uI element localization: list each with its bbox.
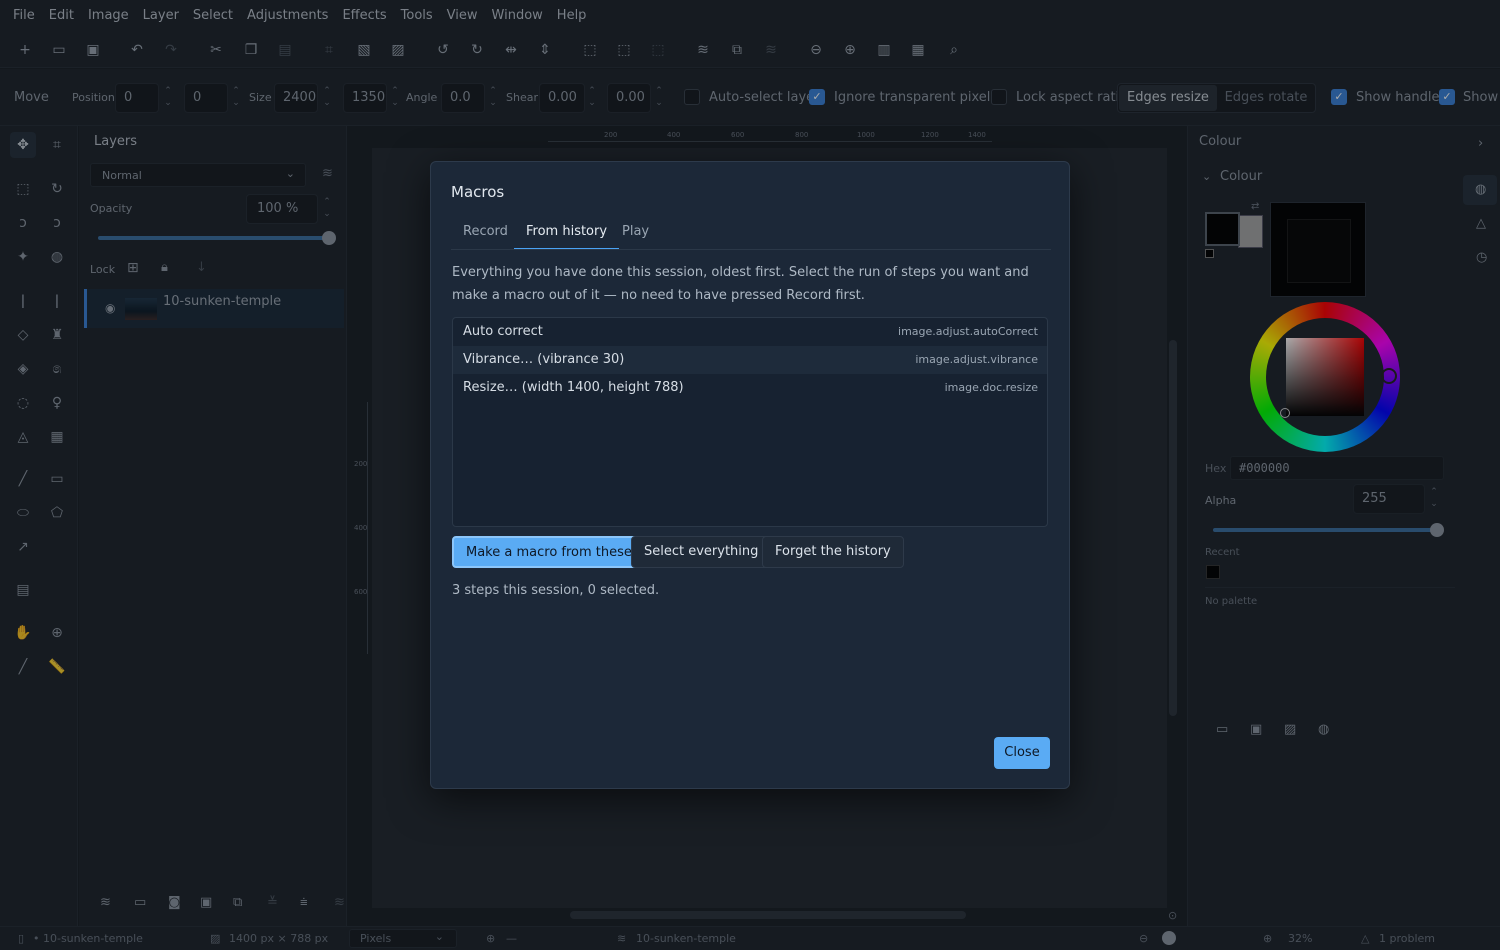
tab-record[interactable]: Record [451,218,520,250]
macros-dialog: Macros Record From history Play Everythi… [430,161,1070,789]
step-label: Resize… (width 1400, height 788) [463,380,684,395]
make-macro-button[interactable]: Make a macro from these [452,536,646,568]
history-description: Everything you have done this session, o… [452,265,1029,303]
step-label: Auto correct [463,324,543,339]
tab-play[interactable]: Play [610,218,661,250]
step-command: image.adjust.autoCorrect [898,325,1038,338]
dialog-title: Macros [451,183,505,201]
select-everything-button[interactable]: Select everything [631,536,772,568]
forget-history-button[interactable]: Forget the history [762,536,904,568]
history-step-row[interactable]: Resize… (width 1400, height 788) image.d… [453,374,1047,402]
step-command: image.doc.resize [944,381,1038,394]
tab-divider [451,249,1051,250]
step-label: Vibrance… (vibrance 30) [463,352,625,367]
close-button[interactable]: Close [994,737,1050,769]
selection-count: 3 steps this session, 0 selected. [452,583,660,598]
history-list[interactable]: Auto correct image.adjust.autoCorrect Vi… [452,317,1048,527]
history-step-row[interactable]: Vibrance… (vibrance 30) image.adjust.vib… [453,346,1047,374]
history-step-row[interactable]: Auto correct image.adjust.autoCorrect [453,318,1047,346]
step-command: image.adjust.vibrance [915,353,1038,366]
tab-from-history[interactable]: From history [514,218,620,250]
